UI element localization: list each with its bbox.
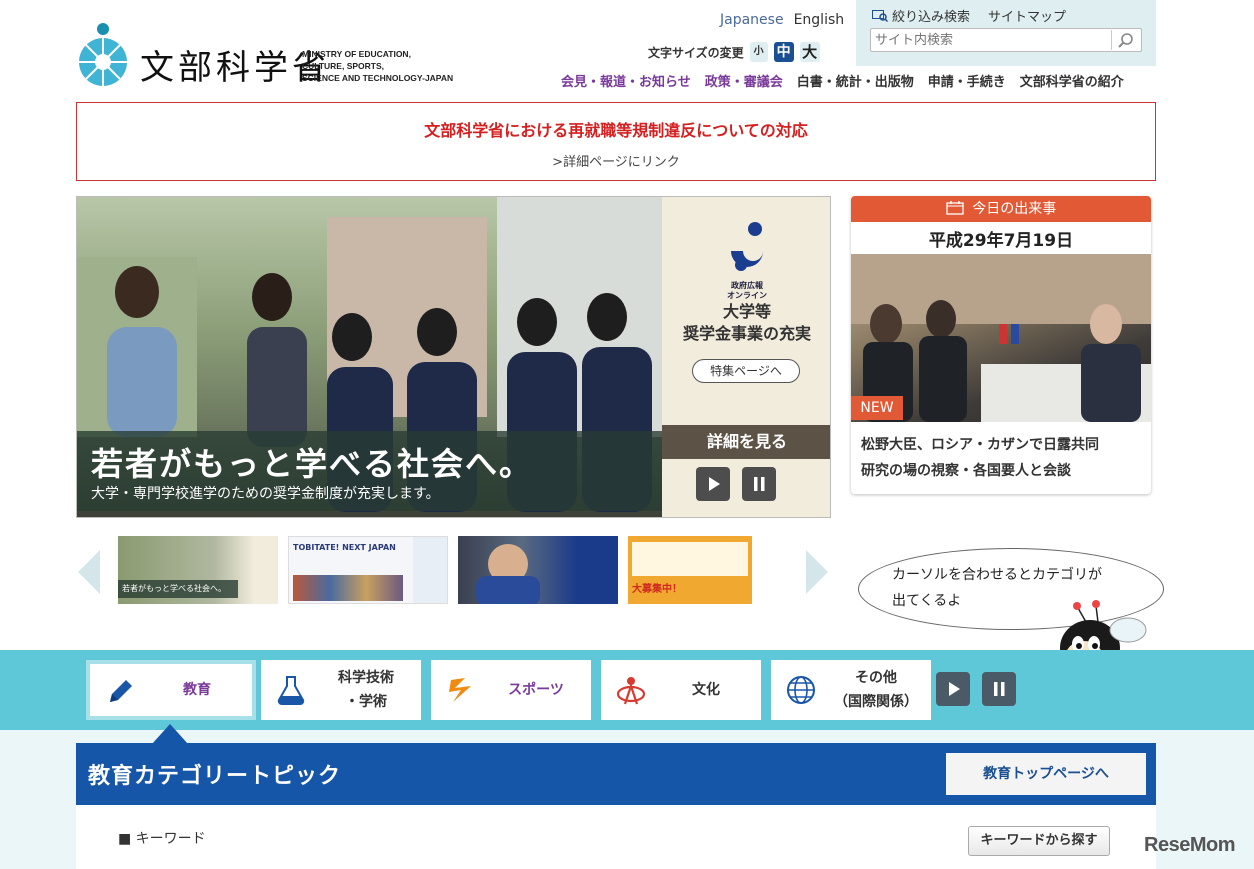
- keyword-label: ■ キーワード: [118, 831, 206, 847]
- filter-search-link[interactable]: 絞り込み検索: [872, 6, 970, 25]
- font-size-medium-button[interactable]: 中: [773, 42, 794, 62]
- calendar-icon: [946, 201, 964, 215]
- category-label: その他 （国際関係）: [834, 670, 918, 710]
- today-event-text[interactable]: 松野大臣、ロシア・カザンで日露共同 研究の場の視察・各国要人と会談: [861, 432, 1099, 484]
- carousel-prev-arrow-icon[interactable]: [78, 550, 100, 594]
- watermark-logo: ReseMom: [1144, 834, 1235, 856]
- nav-about[interactable]: 文部科学省の紹介: [1013, 71, 1131, 90]
- pencil-icon: [110, 680, 132, 702]
- new-badge: NEW: [851, 396, 903, 420]
- category-tab-education[interactable]: 教育: [86, 660, 256, 720]
- keyword-search-button[interactable]: キーワードから探す: [968, 826, 1110, 856]
- mext-logo-icon[interactable]: [77, 22, 129, 88]
- site-search-box: [870, 28, 1142, 52]
- category-label: スポーツ: [508, 682, 564, 698]
- feature-page-button[interactable]: 特集ページへ: [692, 359, 800, 383]
- today-event-header: 今日の出来事: [851, 196, 1151, 222]
- flask-icon: [277, 676, 305, 705]
- topic-title: 教育カテゴリートピック: [88, 764, 342, 789]
- filter-search-icon: [872, 9, 888, 22]
- nav-publications[interactable]: 白書・統計・出版物: [790, 71, 921, 90]
- font-size-small-button[interactable]: 小: [749, 42, 768, 62]
- font-size-label: 文字サイズの変更: [648, 45, 744, 60]
- carousel-thumb-scholarship[interactable]: 若者がもっと学べる社会へ。: [118, 536, 278, 604]
- play-icon: [949, 682, 960, 696]
- search-links: 絞り込み検索 サイトマップ: [872, 6, 1066, 25]
- hero-slider[interactable]: 若者がもっと学べる社会へ。 大学・専門学校進学のための奨学金制度が充実します。 …: [76, 196, 831, 518]
- search-button[interactable]: [1111, 30, 1139, 50]
- carousel-thumb-tobitate[interactable]: TOBITATE! NEXT JAPAN: [288, 536, 448, 604]
- nav-press[interactable]: 会見・報道・お知らせ: [554, 71, 698, 90]
- hero-photo: 若者がもっと学べる社会へ。 大学・専門学校進学のための奨学金制度が充実します。: [77, 197, 662, 517]
- today-event-card[interactable]: 今日の出来事 平成29年7月19日 NEW 松野大臣、ロシア・カザンで日露共同研…: [851, 196, 1151, 494]
- language-switch: Japanese English: [720, 12, 844, 28]
- active-tab-pointer: [152, 724, 188, 744]
- search-icon: [1118, 33, 1133, 48]
- filter-search-label: 絞り込み検索: [892, 10, 971, 25]
- education-top-page-button[interactable]: 教育トップページへ: [946, 753, 1146, 795]
- category-tab-sports[interactable]: スポーツ: [431, 660, 591, 720]
- hero-pause-button[interactable]: [742, 467, 776, 501]
- lang-japanese-link[interactable]: Japanese: [720, 12, 784, 28]
- font-size-switch: 文字サイズの変更 小 中 大: [648, 42, 820, 62]
- category-label: 文化: [692, 682, 720, 698]
- site-search-input[interactable]: [871, 29, 1107, 52]
- today-event-title: 今日の出来事: [972, 201, 1057, 217]
- pause-icon: [994, 682, 1005, 696]
- nav-applications[interactable]: 申請・手続き: [921, 71, 1013, 90]
- hero-side-panel: 政府広報 オンライン 大学等 奨学金事業の充実 特集ページへ 詳細を見る: [662, 197, 830, 517]
- pause-icon: [754, 477, 765, 491]
- sitemap-link[interactable]: サイトマップ: [988, 6, 1066, 25]
- culture-person-icon: [616, 677, 646, 705]
- category-tab-science[interactable]: 科学技術 ・学術: [261, 660, 421, 720]
- lang-english-link[interactable]: English: [794, 12, 845, 28]
- globe-icon: [787, 676, 815, 704]
- today-event-date: 平成29年7月19日: [928, 231, 1074, 251]
- hero-caption: 若者がもっと学べる社会へ。 大学・専門学校進学のための奨学金制度が充実します。: [77, 431, 662, 511]
- thumb-caption: 若者がもっと学べる社会へ。: [118, 580, 238, 598]
- logo-text-en: MINISTRY OF EDUCATION, CULTURE, SPORTS, SC…: [302, 49, 454, 83]
- category-tab-international[interactable]: その他 （国際関係）: [771, 660, 931, 720]
- category-label: 科学技術 ・学術: [338, 670, 394, 710]
- gov-pr-online-label: 政府広報 オンライン: [727, 281, 767, 300]
- notice-title[interactable]: 文部科学省における再就職等規制違反についての対応: [77, 117, 1155, 141]
- category-label: 教育: [183, 682, 211, 698]
- notice-box: 文部科学省における再就職等規制違反についての対応 >詳細ページにリンク: [76, 102, 1156, 181]
- notice-detail-link[interactable]: >詳細ページにリンク: [77, 151, 1155, 170]
- play-icon: [709, 477, 720, 491]
- hero-play-button[interactable]: [696, 467, 730, 501]
- hero-more-button[interactable]: 詳細を見る: [662, 425, 830, 459]
- hero-side-heading: 大学等 奨学金事業の充実: [682, 302, 811, 343]
- font-size-large-button[interactable]: 大: [799, 42, 820, 62]
- hero-caption-main: 若者がもっと学べる社会へ。: [91, 445, 534, 483]
- nav-policy[interactable]: 政策・審議会: [698, 71, 790, 90]
- gov-pr-online-logo-icon: [731, 222, 763, 271]
- category-tab-culture[interactable]: 文化: [601, 660, 761, 720]
- sports-logo-icon: [449, 678, 471, 702]
- category-pause-button[interactable]: [982, 672, 1016, 706]
- thumb-caption: 大募集中！: [632, 584, 682, 595]
- thumb-caption: TOBITATE! NEXT JAPAN: [293, 543, 396, 552]
- carousel-thumb-recruit[interactable]: 大募集中！: [628, 536, 778, 604]
- hero-caption-sub: 大学・専門学校進学のための奨学金制度が充実します。: [91, 486, 440, 502]
- carousel-thumb-astronaut[interactable]: [458, 536, 618, 604]
- carousel-next-arrow-icon[interactable]: [806, 550, 828, 594]
- global-nav: 会見・報道・お知らせ 政策・審議会 白書・統計・出版物 申請・手続き 文部科学省…: [554, 71, 1131, 90]
- category-play-button[interactable]: [936, 672, 970, 706]
